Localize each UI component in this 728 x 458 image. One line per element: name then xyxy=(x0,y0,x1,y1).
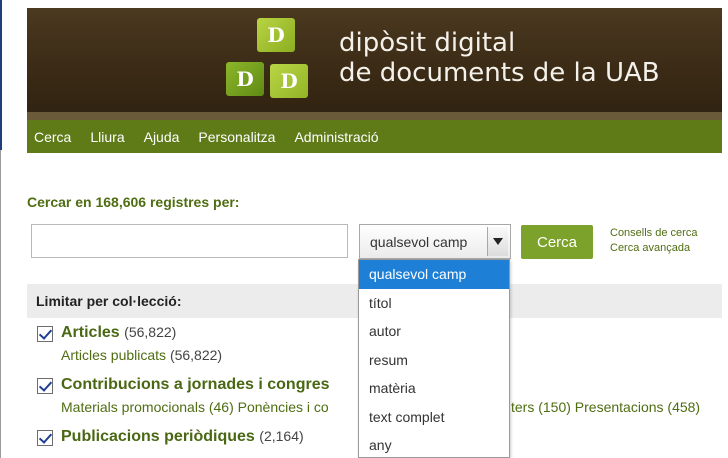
collection-title-link[interactable]: Contribucions a jornades i congres xyxy=(61,376,330,393)
dropdown-option[interactable]: any xyxy=(359,431,509,458)
search-button[interactable]: Cerca xyxy=(521,225,593,259)
main-nav: Cerca Lliura Ajuda Personalitza Administ… xyxy=(27,120,722,153)
collection-checkbox[interactable] xyxy=(37,430,53,446)
collection-title-link[interactable]: Articles xyxy=(61,324,120,341)
collection-count: (56,822) xyxy=(124,324,177,340)
search-field-select[interactable]: qualsevol camp xyxy=(359,224,511,259)
collection-count: (2,164) xyxy=(259,428,304,444)
advanced-search-link[interactable]: Cerca avançada xyxy=(610,241,697,256)
left-edge-blue-bar xyxy=(0,0,2,150)
nav-item-lliura[interactable]: Lliura xyxy=(90,129,124,145)
site-title: dipòsit digital de documents de la UAB xyxy=(339,28,660,88)
search-heading: Cercar en 168,606 registres per: xyxy=(27,194,240,210)
logo-cube-right: D xyxy=(270,64,308,98)
dropdown-option[interactable]: autor xyxy=(359,317,509,346)
search-tips-link[interactable]: Consells de cerca xyxy=(610,226,697,241)
search-help-links: Consells de cerca Cerca avançada xyxy=(610,226,697,256)
chevron-down-icon[interactable] xyxy=(487,227,508,256)
site-title-line1: dipòsit digital xyxy=(339,28,516,58)
search-input[interactable] xyxy=(31,224,348,258)
collection-checkbox[interactable] xyxy=(37,326,53,342)
nav-item-administracio[interactable]: Administració xyxy=(294,129,378,145)
left-edge-gray-line xyxy=(0,150,1,458)
subcollection-link[interactable]: Articles publicats xyxy=(61,347,166,363)
dropdown-option[interactable]: resum xyxy=(359,346,509,375)
dropdown-option[interactable]: matèria xyxy=(359,374,509,403)
collection-checkbox[interactable] xyxy=(37,378,53,394)
nav-item-personalitza[interactable]: Personalitza xyxy=(198,129,275,145)
right-edge-strip xyxy=(722,0,728,458)
limit-collection-heading: Limitar per col·lecció: xyxy=(36,293,182,309)
search-field-selected-value: qualsevol camp xyxy=(370,234,468,250)
dropdown-option[interactable]: text complet xyxy=(359,403,509,432)
logo-cube-top: D xyxy=(257,18,295,52)
subcollection-links-tail[interactable]: ters (150) Presentacions (458) xyxy=(511,399,700,415)
nav-item-cerca[interactable]: Cerca xyxy=(34,129,71,145)
left-edge-strip xyxy=(0,0,27,458)
uab-ddd-logo[interactable]: D D D xyxy=(222,14,327,104)
site-title-line2: de documents de la UAB xyxy=(339,58,660,88)
header-banner: D D D dipòsit digital de documents de la… xyxy=(27,8,722,120)
dropdown-option[interactable]: títol xyxy=(359,289,509,318)
dropdown-option[interactable]: qualsevol camp xyxy=(359,260,509,289)
subcollection-count: (56,822) xyxy=(169,347,223,363)
search-field-dropdown-list[interactable]: qualsevol camp títol autor resum matèria… xyxy=(358,259,510,458)
banner-bottom-band xyxy=(27,112,722,120)
subcollection-links[interactable]: Materials promocionals (46) Ponències i … xyxy=(61,399,329,415)
collection-title-link[interactable]: Publicacions periòdiques xyxy=(61,428,255,445)
nav-item-ajuda[interactable]: Ajuda xyxy=(144,129,180,145)
logo-cube-left: D xyxy=(226,62,264,96)
